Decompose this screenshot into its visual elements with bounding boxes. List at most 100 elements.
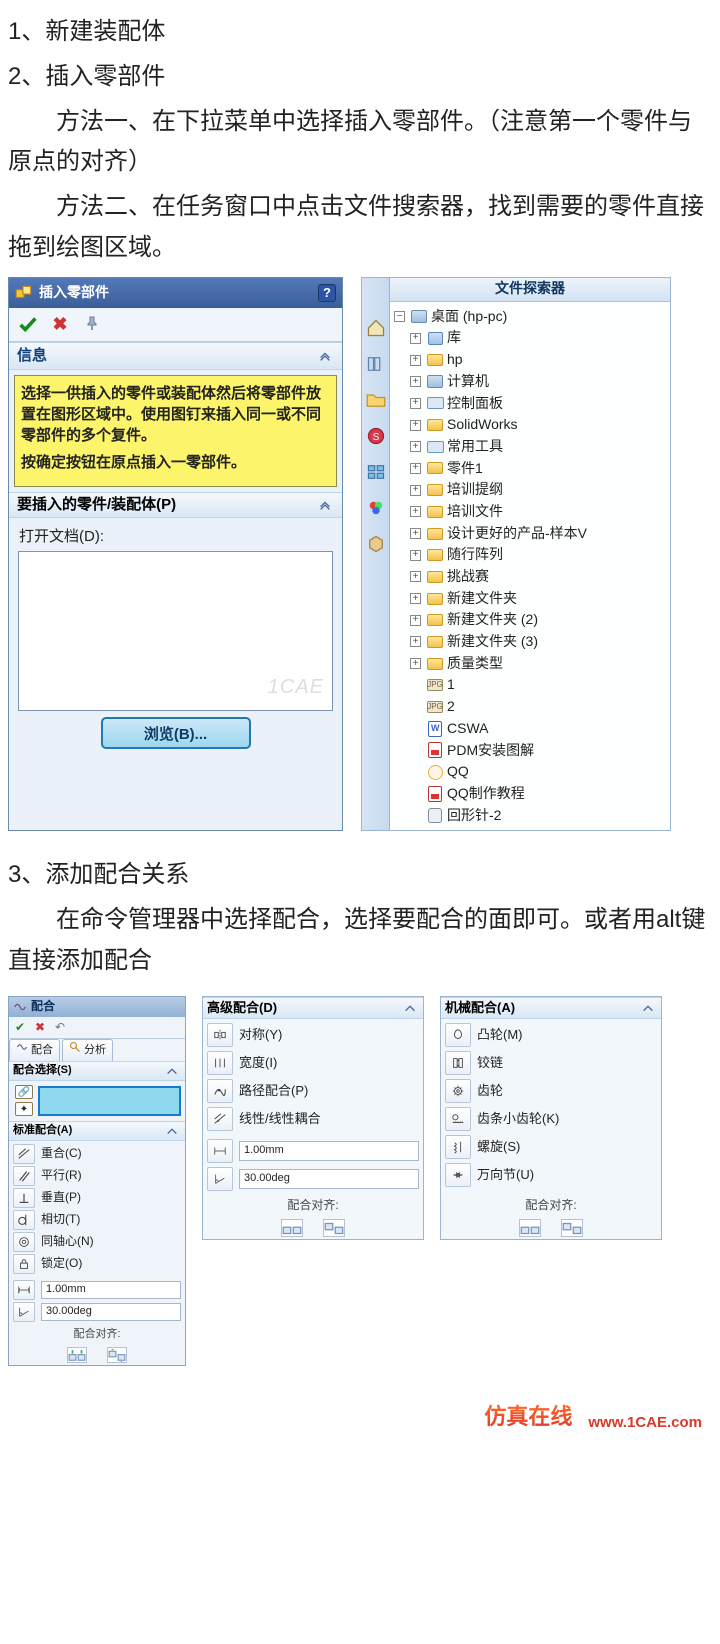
cube-icon[interactable] — [366, 534, 386, 554]
align-anti-icon[interactable] — [561, 1219, 583, 1237]
tree-item[interactable]: +hp — [392, 349, 668, 371]
library-icon[interactable] — [366, 354, 386, 374]
mate-option-screw[interactable]: 螺旋(S) — [441, 1133, 661, 1161]
align-same-icon[interactable] — [67, 1347, 87, 1363]
mate-selection-header[interactable]: 配合选择(S) — [9, 1061, 185, 1081]
expand-icon[interactable]: + — [410, 658, 421, 669]
expand-icon[interactable]: + — [410, 376, 421, 387]
angle-option[interactable]: 30.00deg — [9, 1301, 185, 1323]
collapse-icon[interactable]: − — [394, 311, 405, 322]
mate-option-symmetric[interactable]: 对称(Y) — [203, 1021, 423, 1049]
selection-icon-2[interactable]: ✦ — [15, 1102, 33, 1116]
expand-icon[interactable]: + — [410, 441, 421, 452]
tree-item[interactable]: +零件1 — [392, 458, 668, 480]
tree-item[interactable]: +设计更好的产品-样本V — [392, 523, 668, 545]
globe-icon[interactable]: S — [366, 426, 386, 446]
angle-input[interactable]: 30.00deg — [239, 1169, 419, 1189]
distance-input[interactable]: 1.00mm — [239, 1141, 419, 1161]
align-anti-icon[interactable] — [107, 1347, 127, 1363]
expand-icon[interactable]: + — [410, 571, 421, 582]
distance-option[interactable]: 1.00mm — [9, 1279, 185, 1301]
browse-button[interactable]: 浏览(B)... — [101, 717, 251, 749]
mate-option-coincident[interactable]: 重合(C) — [9, 1143, 185, 1165]
tree-item[interactable]: +新建文件夹 (3) — [392, 631, 668, 653]
tree-item[interactable]: +控制面板 — [392, 393, 668, 415]
align-same-icon[interactable] — [281, 1219, 303, 1237]
advanced-mates-header[interactable]: 高级配合(D) — [203, 997, 423, 1019]
selection-icon-1[interactable]: 🔗 — [15, 1085, 33, 1099]
mate-option-path[interactable]: 路径配合(P) — [203, 1077, 423, 1105]
tree-item[interactable]: +培训提纲 — [392, 479, 668, 501]
ok-button[interactable] — [17, 313, 39, 335]
tree-item[interactable]: +计算机 — [392, 371, 668, 393]
mate-option-width[interactable]: 宽度(I) — [203, 1049, 423, 1077]
folder-tab-icon[interactable] — [366, 390, 386, 410]
mate-option-universal[interactable]: 万向节(U) — [441, 1161, 661, 1189]
align-anti-icon[interactable] — [323, 1219, 345, 1237]
mate-option-parallel[interactable]: 平行(R) — [9, 1165, 185, 1187]
tree-item[interactable]: PDM安装图解 — [392, 740, 668, 762]
undo-button[interactable]: ↶ — [53, 1020, 67, 1034]
view-icon[interactable] — [366, 462, 386, 482]
mate-option-concentric[interactable]: 同轴心(N) — [9, 1231, 185, 1253]
mate-option-tangent[interactable]: 相切(T) — [9, 1209, 185, 1231]
help-button[interactable]: ? — [318, 284, 336, 302]
mate-option-cam[interactable]: 凸轮(M) — [441, 1021, 661, 1049]
distance-option[interactable]: 1.00mm — [203, 1137, 423, 1165]
tree-item[interactable]: CSWA — [392, 718, 668, 740]
distance-input[interactable]: 1.00mm — [41, 1281, 181, 1299]
tree-item[interactable]: +随行阵列 — [392, 544, 668, 566]
angle-option[interactable]: 30.00deg — [203, 1165, 423, 1193]
mate-option-perpendicular[interactable]: 垂直(P) — [9, 1187, 185, 1209]
cancel-button[interactable]: ✖ — [49, 313, 71, 335]
tree-item[interactable]: +新建文件夹 — [392, 588, 668, 610]
standard-mates-label: 标准配合(A) — [13, 1121, 72, 1140]
tree-item[interactable]: +挑战赛 — [392, 566, 668, 588]
tree-item[interactable]: +SolidWorks — [392, 414, 668, 436]
tree-item[interactable]: +常用工具 — [392, 436, 668, 458]
mate-option-rack[interactable]: 齿条小齿轮(K) — [441, 1105, 661, 1133]
mate-option-linear[interactable]: 线性/线性耦合 — [203, 1105, 423, 1133]
tree-item[interactable]: JPG2 — [392, 696, 668, 718]
tangent-icon — [13, 1210, 35, 1230]
colors-icon[interactable] — [366, 498, 386, 518]
expand-icon[interactable]: + — [410, 333, 421, 344]
expand-icon[interactable]: + — [410, 420, 421, 431]
expand-icon[interactable]: + — [410, 615, 421, 626]
cancel-button[interactable]: ✖ — [33, 1020, 47, 1034]
tree-item[interactable]: +新建文件夹 (2) — [392, 609, 668, 631]
expand-icon[interactable]: + — [410, 593, 421, 604]
align-same-icon[interactable] — [519, 1219, 541, 1237]
selection-header[interactable]: 要插入的零件/装配体(P) — [9, 492, 342, 518]
mate-option-hinge[interactable]: 铰链 — [441, 1049, 661, 1077]
tree-item[interactable]: +培训文件 — [392, 501, 668, 523]
home-icon[interactable] — [366, 318, 386, 338]
tree-item[interactable]: JPG1 — [392, 674, 668, 696]
mechanical-mates-header[interactable]: 机械配合(A) — [441, 997, 661, 1019]
tab-mates[interactable]: 配合 — [9, 1039, 60, 1061]
expand-icon[interactable]: + — [410, 636, 421, 647]
tree-item[interactable]: +质量类型 — [392, 653, 668, 675]
document-listbox[interactable]: 1CAE — [18, 551, 333, 711]
info-header[interactable]: 信息 — [9, 342, 342, 370]
tab-analysis[interactable]: 分析 — [62, 1039, 113, 1061]
expand-icon[interactable]: + — [410, 398, 421, 409]
expand-icon[interactable]: + — [410, 463, 421, 474]
ok-button[interactable]: ✔ — [13, 1020, 27, 1034]
expand-icon[interactable]: + — [410, 355, 421, 366]
mate-option-gear[interactable]: 齿轮 — [441, 1077, 661, 1105]
expand-icon[interactable]: + — [410, 528, 421, 539]
expand-icon[interactable]: + — [410, 485, 421, 496]
pin-button[interactable] — [81, 313, 103, 335]
mate-option-lock[interactable]: 锁定(O) — [9, 1253, 185, 1275]
tree-item[interactable]: +库 — [392, 327, 668, 349]
tree-item[interactable]: QQ制作教程 — [392, 783, 668, 805]
tree-item[interactable]: QQ — [392, 761, 668, 783]
tree-item[interactable]: 回形针-2 — [392, 805, 668, 827]
standard-mates-header[interactable]: 标准配合(A) — [9, 1121, 185, 1141]
mate-selection-input[interactable] — [38, 1086, 181, 1116]
expand-icon[interactable]: + — [410, 550, 421, 561]
angle-input[interactable]: 30.00deg — [41, 1303, 181, 1321]
tree-root[interactable]: − 桌面 (hp-pc) — [392, 306, 668, 328]
expand-icon[interactable]: + — [410, 506, 421, 517]
